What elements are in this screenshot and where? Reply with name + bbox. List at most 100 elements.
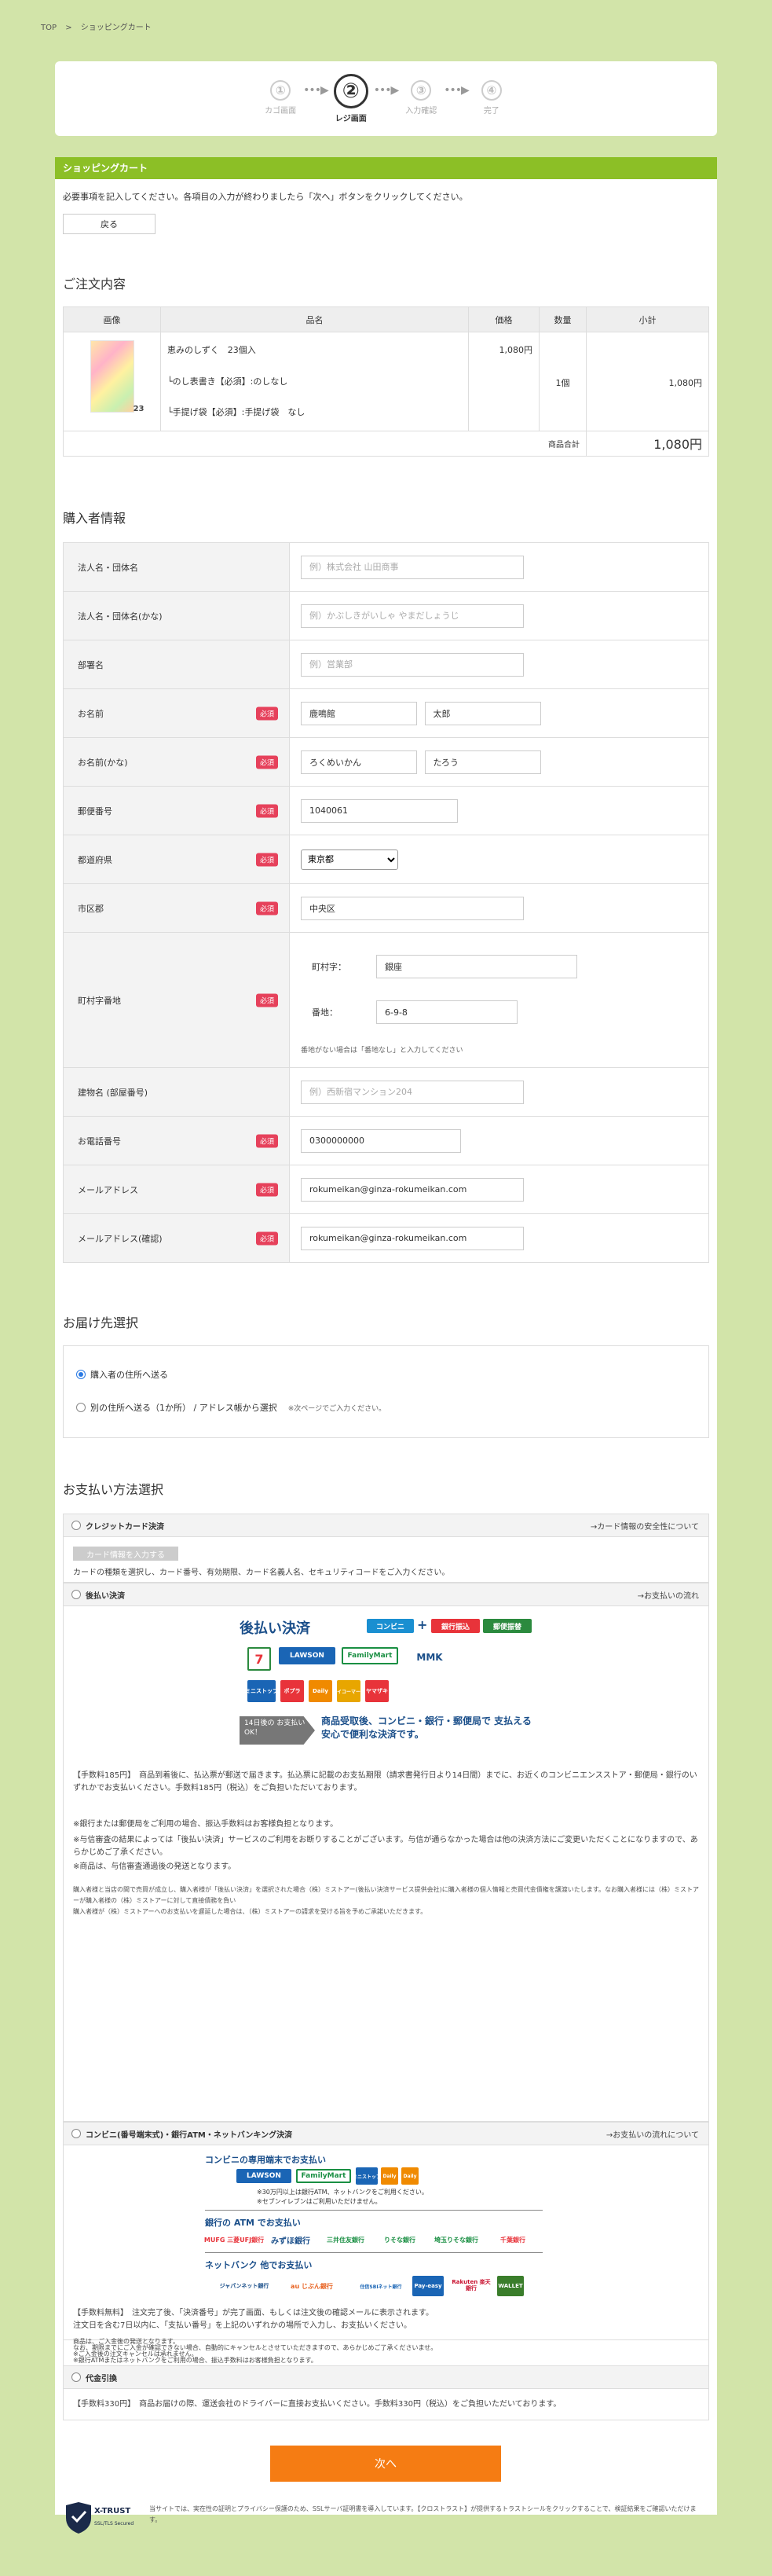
payment-method-label: 代金引換	[86, 2374, 117, 2383]
row-dept: 部署名	[63, 640, 709, 689]
address-number-input[interactable]	[376, 1000, 518, 1024]
required-badge: 必須	[255, 804, 278, 817]
trust-text: 当サイトでは、実在性の証明とプライバシー保護のため、SSLサーバ証明書を導入して…	[149, 2505, 697, 2523]
required-badge: 必須	[255, 755, 278, 769]
step-arrow-icon: •••▶	[444, 84, 470, 97]
step-number: ④	[481, 80, 502, 101]
back-button[interactable]: 戻る	[63, 214, 155, 234]
payment-conveni-body: コンビニの専用端末でお支払い LAWSON FamilyMart ミニストップ …	[63, 2145, 709, 2340]
payment-conveni-head[interactable]: コンビニ(番号端末式)・銀行ATM・ネットバンキング決済 →お支払いの流れについ…	[63, 2122, 709, 2145]
field-label: 部署名	[63, 640, 290, 689]
prefecture-select[interactable]: 東京都	[301, 849, 398, 870]
last-name-input[interactable]	[301, 701, 417, 725]
payment-method-label: コンビニ(番号端末式)・銀行ATM・ネットバンキング決済	[86, 2130, 293, 2140]
xtrust-seal[interactable]: X-TRUST SSL/TLS Secured	[61, 2501, 143, 2535]
order-header-row: 画像 品名 価格 数量 小計	[63, 306, 709, 332]
payment-cod-head[interactable]: 代金引換	[63, 2365, 709, 2389]
last-name-kana-input[interactable]	[301, 750, 417, 774]
steps-panel: ① カゴ画面 •••▶ ② レジ画面 •••▶ ③ 入力確認 •••▶ ④ 完了	[55, 61, 717, 136]
payment-method-label: クレジットカード決済	[86, 1522, 164, 1532]
payment-later-head[interactable]: 後払い決済 →お支払いの流れ	[63, 1583, 709, 1606]
banner-message: 商品受取後、コンビニ・銀行・郵便局で 支払える安心で便利な決済です。	[321, 1715, 532, 1741]
order-header: 数量	[539, 306, 587, 332]
banner-14days: 14日後の お支払いOK！	[240, 1716, 315, 1745]
delivery-option-other[interactable]: 別の住所へ送る（1か所） / アドレス帳から選択 ※次ページでご入力ください。	[76, 1401, 386, 1414]
radio-unchecked-icon[interactable]	[71, 2372, 81, 2382]
row-zip: 郵便番号 必須	[63, 786, 709, 835]
conveni-fee: 【手数料無料】 注文完了後、「決済番号」が完了画面、もしくは注文後の確認メールに…	[73, 2309, 434, 2317]
xtrust-brand: X-TRUST	[94, 2507, 131, 2515]
conveni-note-1: ※30万円以上は銀行ATM、ネットバンクをご利用ください。	[257, 2189, 428, 2196]
step-label: 入力確認	[405, 107, 437, 116]
order-header: 品名	[160, 306, 469, 332]
logo-sbi: 住信SBIネット銀行	[360, 2284, 402, 2290]
field-label: メールアドレス	[78, 1184, 138, 1195]
logo-payeasy: Pay-easy	[412, 2276, 444, 2296]
buyer-form: 法人名・団体名 法人名・団体名(かな) 部署名 お名前必須 お名前(かな) 必須	[63, 542, 709, 1263]
xtrust-sub: SSL/TLS Secured	[94, 2521, 134, 2526]
company-kana-input[interactable]	[301, 604, 524, 628]
company-input[interactable]	[301, 555, 524, 579]
zip-input[interactable]	[301, 798, 458, 823]
required-badge: 必須	[255, 853, 278, 866]
dept-input[interactable]	[301, 652, 524, 677]
row-tel: お電話番号 必須	[63, 1116, 709, 1165]
radio-unchecked-icon[interactable]	[76, 1403, 86, 1412]
logo-seven: 7	[247, 1647, 271, 1671]
breadcrumb-top-link[interactable]: TOP	[41, 24, 57, 32]
payment-title: お支払い方法選択	[63, 1482, 164, 1497]
row-company-kana: 法人名・団体名(かな)	[63, 591, 709, 640]
conveni-flow-link[interactable]: →お支払いの流れについて	[606, 2128, 699, 2140]
later-note-2: ※与信審査の結果によっては「後払い決済」サービスのご利用をお断りすることがござい…	[73, 1836, 698, 1857]
email-confirm-input[interactable]	[301, 1226, 524, 1250]
conveni-line-2: 注文日を含む7日以内に、「支払い番号」を上記のいずれかの場所で入力し、お支払いく…	[73, 2321, 412, 2330]
order-title: ご注文内容	[63, 277, 126, 292]
order-header: 価格	[468, 306, 540, 332]
building-input[interactable]	[301, 1080, 524, 1104]
radio-unchecked-icon[interactable]	[71, 1590, 81, 1599]
radio-unchecked-icon[interactable]	[71, 1521, 81, 1530]
delivery-option-buyer[interactable]: 購入者の住所へ送る	[76, 1368, 168, 1381]
logo-resona: りそな銀行	[384, 2236, 415, 2244]
card-input-button[interactable]: カード情報を入力する	[73, 1547, 178, 1561]
breadcrumb-current: ショッピングカート	[80, 24, 152, 32]
tel-input[interactable]	[301, 1128, 461, 1153]
product-image[interactable]	[90, 340, 145, 413]
payment-method-label: 後払い決済	[86, 1591, 125, 1601]
logo-daily: Daily	[309, 1680, 332, 1702]
conveni-note-2: ※セブンイレブンはご利用いただけません。	[257, 2198, 382, 2205]
card-security-link[interactable]: →カード情報の安全性について	[591, 1520, 699, 1532]
city-input[interactable]	[301, 896, 524, 920]
payment-credit-head[interactable]: クレジットカード決済 →カード情報の安全性について	[63, 1514, 709, 1537]
step-label: レジ画面	[335, 115, 367, 123]
logo-au-jibun: au じぶん銀行	[291, 2282, 333, 2290]
logo-saitama-resona: 埼玉りそな銀行	[434, 2236, 478, 2244]
row-company: 法人名・団体名	[63, 542, 709, 592]
logo-mufg: MUFG 三菱UFJ銀行	[203, 2236, 265, 2244]
first-name-kana-input[interactable]	[424, 750, 541, 774]
payment-later-body: 後払い決済 コンビニ + 銀行振込 郵便振替 7 LAWSON FamilyMa…	[63, 1606, 709, 2122]
address-number-note: 番地がない場合は「番地なし」と入力してください	[301, 1047, 463, 1055]
payment-cod-body: 【手数料330円】 商品お届けの際、運送会社のドライバーに直接お支払いください。…	[63, 2389, 709, 2420]
row-name: お名前 必須	[63, 688, 709, 738]
field-label: メールアドレス(確認)	[78, 1233, 163, 1244]
town-input[interactable]	[376, 955, 577, 978]
next-button[interactable]: 次へ	[270, 2446, 501, 2482]
logo-ministop: ミニストップ	[353, 2167, 381, 2185]
radio-checked-icon[interactable]	[76, 1370, 86, 1379]
step-label: カゴ画面	[265, 107, 297, 116]
field-label: お名前(かな)	[78, 757, 128, 768]
banner-conveni: コンビニ	[367, 1619, 414, 1633]
radio-unchecked-icon[interactable]	[71, 2129, 81, 2138]
field-label: 建物名 (部屋番号)	[63, 1067, 290, 1117]
logo-yamazaki: ヤマザキ	[365, 1680, 389, 1702]
logo-mmk: MMK	[412, 1647, 447, 1668]
later-flow-link[interactable]: →お支払いの流れ	[638, 1589, 699, 1601]
email-input[interactable]	[301, 1177, 524, 1202]
logo-lawson: LAWSON	[279, 1647, 335, 1664]
breadcrumb: TOP > ショッピングカート	[41, 20, 158, 32]
first-name-input[interactable]	[424, 701, 541, 725]
step-cart: ① カゴ画面	[258, 74, 303, 116]
product-price: 1,080円	[468, 332, 540, 431]
shield-icon	[66, 2502, 91, 2534]
